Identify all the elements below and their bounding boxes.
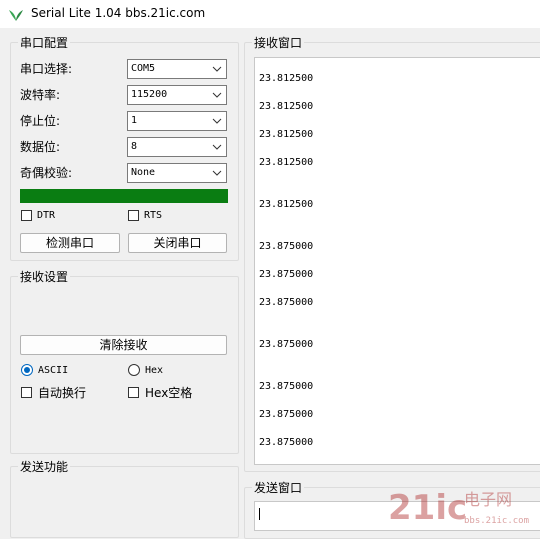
ascii-label: ASCII	[38, 365, 69, 376]
text-caret	[259, 508, 260, 520]
receive-line: 23.875000	[259, 339, 314, 350]
baud-select[interactable]: 115200	[127, 85, 227, 105]
hex-space-checkbox[interactable]	[128, 387, 139, 398]
rts-label: RTS	[144, 210, 163, 221]
stopbits-value: 1	[131, 115, 138, 126]
leaf-icon	[9, 10, 23, 21]
connection-progress-bar	[20, 189, 228, 203]
chevron-down-icon	[212, 170, 222, 176]
hex-radio[interactable]	[128, 364, 140, 376]
dtr-checkbox[interactable]	[21, 210, 32, 221]
receive-textarea[interactable]: 23.812500 23.812500 23.812500 23.812500 …	[254, 57, 540, 465]
databits-select[interactable]: 8	[127, 137, 227, 157]
window-title: Serial Lite 1.04 bbs.21ic.com	[31, 6, 206, 20]
receive-line: 23.875000	[259, 381, 314, 392]
chevron-down-icon	[212, 92, 222, 98]
title-bar: Serial Lite 1.04 bbs.21ic.com	[0, 0, 540, 28]
receive-line: 23.812500	[259, 101, 314, 112]
ascii-radio[interactable]	[21, 364, 33, 376]
auto-wrap-checkbox[interactable]	[21, 387, 32, 398]
send-function-group: 发送功能	[10, 459, 239, 538]
svg-text:bbs.21ic.com: bbs.21ic.com	[464, 516, 529, 526]
parity-value: None	[131, 167, 156, 178]
receive-line: 23.875000	[259, 269, 314, 280]
receive-window-title: 接收窗口	[252, 35, 305, 51]
port-select[interactable]: COM5	[127, 59, 227, 79]
stopbits-label: 停止位:	[20, 114, 61, 128]
receive-line: 23.875000	[259, 437, 314, 448]
chevron-down-icon	[212, 66, 222, 72]
parity-label: 奇偶校验:	[20, 166, 73, 180]
auto-wrap-label: 自动换行	[38, 386, 87, 400]
send-function-title: 发送功能	[18, 459, 71, 475]
hex-space-label: Hex空格	[145, 386, 193, 400]
port-label: 串口选择:	[20, 62, 73, 76]
clear-receive-button[interactable]: 清除接收	[20, 335, 227, 355]
hex-label: Hex	[145, 365, 164, 376]
receive-line: 23.875000	[259, 297, 314, 308]
rts-checkbox[interactable]	[128, 210, 139, 221]
chevron-down-icon	[212, 144, 222, 150]
receive-line: 23.812500	[259, 199, 314, 210]
receive-line: 23.812500	[259, 157, 314, 168]
baud-value: 115200	[131, 89, 168, 100]
send-window-title: 发送窗口	[252, 480, 305, 496]
chevron-down-icon	[212, 118, 222, 124]
receive-line: 23.875000	[259, 409, 314, 420]
watermark-logo: 21ic 电子网 bbs.21ic.com	[388, 488, 529, 528]
parity-select[interactable]: None	[127, 163, 227, 183]
receive-line: 23.875000	[259, 241, 314, 252]
serial-config-title: 串口配置	[18, 35, 71, 51]
stopbits-select[interactable]: 1	[127, 111, 227, 131]
svg-text:电子网: 电子网	[464, 490, 512, 509]
close-port-button[interactable]: 关闭串口	[128, 233, 227, 253]
dtr-label: DTR	[37, 210, 56, 221]
port-value: COM5	[131, 63, 156, 74]
detect-port-button[interactable]: 检测串口	[20, 233, 120, 253]
receive-settings-title: 接收设置	[18, 269, 71, 285]
databits-value: 8	[131, 141, 138, 152]
svg-text:21ic: 21ic	[388, 488, 467, 528]
databits-label: 数据位:	[20, 140, 61, 154]
receive-line: 23.812500	[259, 73, 314, 84]
receive-line: 23.812500	[259, 129, 314, 140]
baud-label: 波特率:	[20, 88, 61, 102]
